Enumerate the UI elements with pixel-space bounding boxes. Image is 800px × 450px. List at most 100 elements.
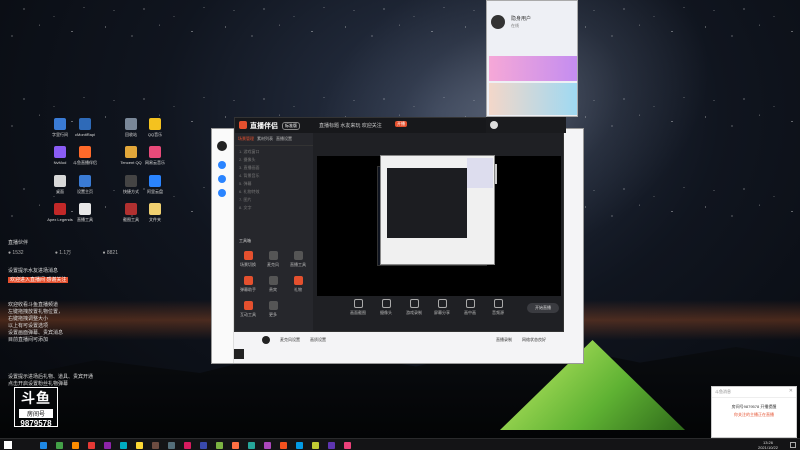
desktop-icon[interactable]: QQ音乐	[142, 118, 168, 138]
taskbar-app-icon[interactable]	[248, 442, 255, 449]
contacts-icon[interactable]	[218, 175, 226, 183]
scene-item[interactable]: 3. 直播画面	[239, 164, 309, 172]
source-screenshot[interactable]: 画面截图	[347, 298, 369, 316]
notice-line: 右键拖拽调整大小	[8, 316, 49, 322]
taskbar-app-icon[interactable]	[264, 442, 271, 449]
source-game[interactable]: 游戏录制	[403, 298, 425, 316]
contact-status: 在线	[511, 23, 519, 28]
ad-banner-image[interactable]	[489, 83, 577, 115]
taskbar-app-icon[interactable]	[168, 442, 175, 449]
source-audio[interactable]: 音频源	[487, 298, 509, 316]
taskbar-app-icon[interactable]	[344, 442, 351, 449]
desktop-icon[interactable]: 阿里云盘	[142, 175, 168, 195]
desktop-icon[interactable]: 设置主页	[72, 175, 98, 195]
tool-danmu[interactable]: 弹幕助手	[237, 276, 259, 293]
start-live-button[interactable]: 开始直播	[527, 303, 559, 313]
scene-item[interactable]: 6. 礼物特效	[239, 188, 309, 196]
desktop-icon[interactable]: 截图工具	[118, 203, 144, 223]
source-camera[interactable]: 摄像头	[375, 298, 397, 316]
taskbar-app-icon[interactable]	[232, 442, 239, 449]
taskbar-app-icon[interactable]	[40, 442, 47, 449]
obs-stream-tag[interactable]: 开播	[395, 121, 407, 127]
scene-item[interactable]: 4. 背景音乐	[239, 172, 309, 180]
desktop-icon[interactable]: Apex Legends	[47, 203, 73, 222]
taskbar-app-icon[interactable]	[136, 442, 143, 449]
tool-interact[interactable]: 互动工具	[237, 301, 259, 318]
user-avatar-icon[interactable]	[490, 121, 498, 129]
taskbar-app-icon[interactable]	[280, 442, 287, 449]
contact-avatar[interactable]	[491, 15, 505, 29]
status-record[interactable]: 直播录制	[496, 337, 512, 343]
desktop-icon[interactable]: 直播工具	[72, 203, 98, 223]
tool-live-tools[interactable]: 直播工具	[287, 251, 309, 268]
taskbar-app-icon[interactable]	[56, 442, 63, 449]
desktop-icon[interactable]: 桌面	[47, 175, 73, 195]
notification-center-icon[interactable]	[790, 442, 796, 448]
chat-icon[interactable]	[218, 161, 226, 169]
tool-more[interactable]: 更多	[262, 301, 284, 318]
source-pip[interactable]: 画中画	[459, 298, 481, 316]
taskbar-app-icon[interactable]	[328, 442, 335, 449]
start-menu-icon[interactable]	[4, 441, 12, 449]
desktop-icon[interactable]: cMonitRapi	[72, 118, 98, 137]
notification-popup[interactable]: 斗鱼消息 房间号9879578 开播提醒 你关注的主播正在直播 ✕	[711, 386, 797, 438]
gift-icon	[293, 276, 303, 285]
desktop-icon-label: 截图工具	[123, 217, 139, 222]
taskbar-app-icon[interactable]	[120, 442, 127, 449]
taskbar-app-icon[interactable]	[152, 442, 159, 449]
group-icon[interactable]	[218, 189, 226, 197]
taskbar-app-icon[interactable]	[72, 442, 79, 449]
status-mic[interactable]: 麦克风设置	[280, 337, 300, 343]
notice-line: 设置画面弹幕、贵宾消息	[8, 330, 64, 336]
tool-scene-switch[interactable]: 场景切换	[237, 251, 259, 268]
desktop-icon[interactable]: 网易云音乐	[142, 146, 168, 166]
tool-microphone[interactable]: 麦克风	[262, 251, 284, 268]
tool-label: 直播工具	[290, 262, 306, 267]
camera-icon	[381, 298, 391, 308]
taskbar-app-icon[interactable]	[312, 442, 319, 449]
obs-edition-badge[interactable]: 标准版	[282, 122, 300, 130]
desktop-icon[interactable]: 字里行间	[47, 118, 73, 138]
scene-item[interactable]: 5. 弹幕	[239, 180, 309, 188]
taskbar-app-icon[interactable]	[216, 442, 223, 449]
scene-item[interactable]: 8. 文字	[239, 204, 309, 212]
tab-scene[interactable]: 场景管理	[238, 136, 254, 142]
app-icon	[54, 118, 66, 130]
avatar-icon[interactable]	[217, 141, 227, 151]
microphone-icon	[268, 251, 278, 260]
qq-chat-window[interactable]: 隐身用户 在线	[486, 0, 578, 117]
desktop-icon[interactable]: 快捷方式	[118, 175, 144, 195]
avatar[interactable]	[262, 336, 270, 344]
desktop-icon[interactable]: Tencent QQ	[118, 146, 144, 165]
source-label: 音频源	[492, 309, 504, 315]
app-icon	[79, 118, 91, 130]
tool-gift[interactable]: 礼物	[287, 276, 309, 293]
notice-line: 欢迎收看斗鱼直播频道	[8, 302, 59, 308]
monitor-icon	[437, 298, 447, 308]
tab-settings[interactable]: 直播设置	[276, 136, 292, 142]
scene-item[interactable]: 1. 游戏窗口	[239, 148, 309, 156]
close-icon[interactable]: ✕	[789, 388, 793, 394]
system-clock[interactable]: 13:26 2021/10/22	[758, 440, 778, 450]
desktop-icon[interactable]: 回收站	[118, 118, 144, 138]
taskbar-app-icon[interactable]	[88, 442, 95, 449]
taskbar-app-icon[interactable]	[104, 442, 111, 449]
desktop-icon[interactable]: NvMod	[47, 146, 73, 165]
desktop-icon[interactable]: 文件夹	[142, 203, 168, 223]
scene-item[interactable]: 2. 摄像头	[239, 156, 309, 164]
tab-material[interactable]: 素材列表	[257, 136, 273, 142]
scene-switch-icon	[243, 251, 253, 260]
app-icon	[54, 175, 66, 187]
taskbar-app-icon[interactable]	[296, 442, 303, 449]
ad-banner[interactable]	[489, 56, 577, 81]
scene-item[interactable]: 7. 图片	[239, 196, 309, 204]
taskbar-app-icon[interactable]	[200, 442, 207, 449]
qr-icon[interactable]	[234, 349, 244, 359]
tool-vip[interactable]: 贵宾	[262, 276, 284, 293]
app-icon	[149, 203, 161, 215]
taskbar-app-icon[interactable]	[184, 442, 191, 449]
desktop-icon-label: Apex Legends	[47, 217, 73, 222]
source-screen[interactable]: 屏幕分享	[431, 298, 453, 316]
status-quality[interactable]: 画质设置	[310, 337, 326, 343]
desktop-icon[interactable]: 斗鱼直播伴侣	[72, 146, 98, 166]
